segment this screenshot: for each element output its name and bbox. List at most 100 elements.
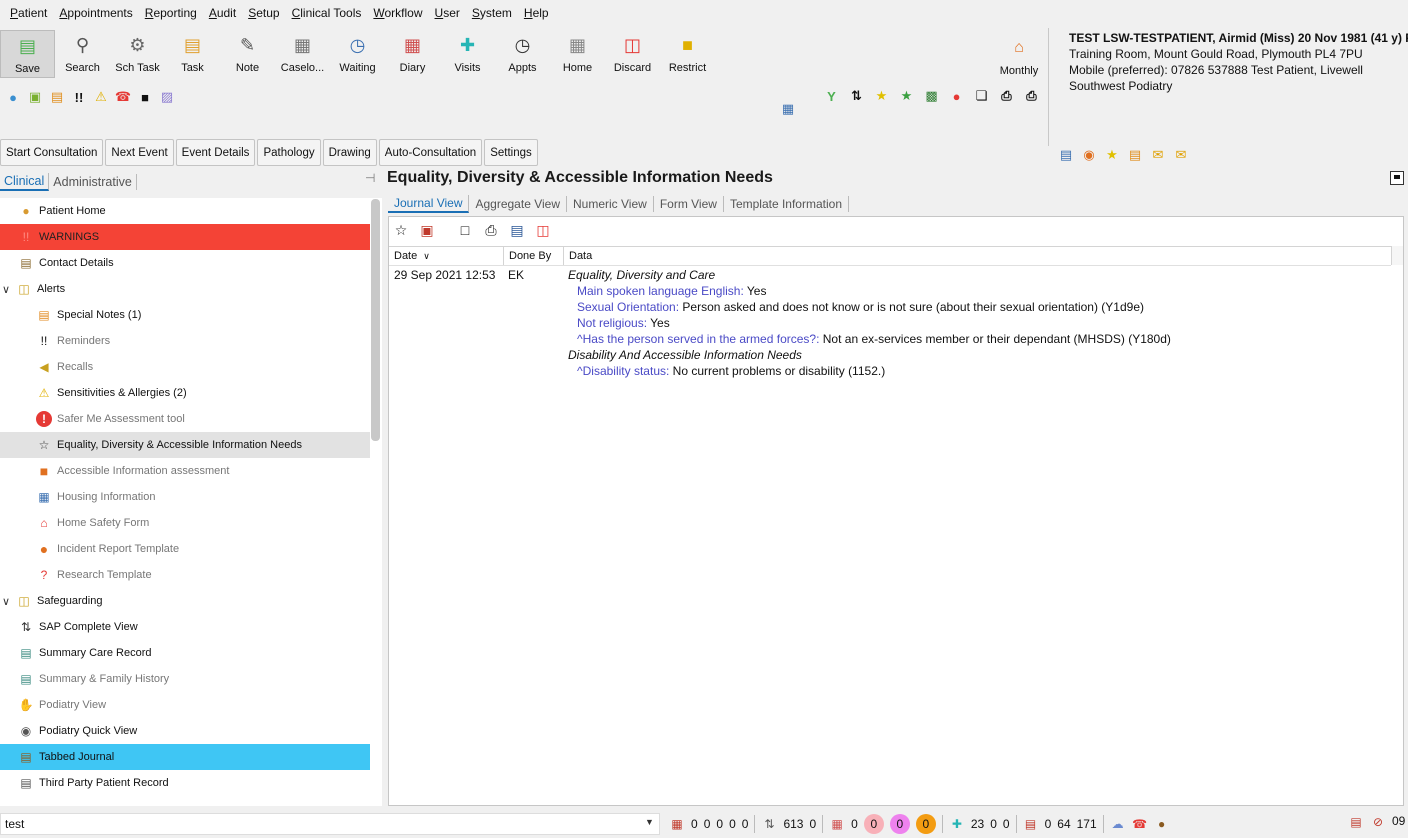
visits-icon[interactable]: ✚ — [949, 816, 965, 832]
copy-icon[interactable]: ❏ — [972, 87, 991, 105]
person-outline-icon[interactable]: ☆ — [392, 221, 410, 239]
filter-icon[interactable]: Y — [822, 87, 841, 105]
restrict-button[interactable]: ■ Restrict — [660, 30, 715, 78]
vials-icon[interactable]: ▦ — [669, 816, 685, 832]
task-button[interactable]: ▤ Task — [165, 30, 220, 78]
person-box-icon[interactable]: ▣ — [418, 221, 436, 239]
diary-icon[interactable]: ▦ — [829, 816, 845, 832]
nav-item-podiatry-view[interactable]: ✋ Podiatry View — [0, 692, 370, 718]
tab-form-view[interactable]: Form View — [654, 196, 724, 212]
column-done-by[interactable]: Done By — [504, 247, 564, 265]
nav-item-tabbed-journal[interactable]: ▤ Tabbed Journal — [0, 744, 370, 770]
nav-item-equality-diversity-accessible-information-needs[interactable]: ☆ Equality, Diversity & Accessible Inform… — [0, 432, 370, 458]
nav-item-patient-home[interactable]: ● Patient Home — [0, 198, 370, 224]
record-list-icon[interactable]: ▤ — [1057, 146, 1075, 164]
search-button[interactable]: ⚲ Search — [55, 30, 110, 78]
clinician-icon[interactable]: ● — [1154, 816, 1170, 832]
nav-item-home-safety-form[interactable]: ⌂ Home Safety Form — [0, 510, 370, 536]
nav-item-housing-information[interactable]: ▦ Housing Information — [0, 484, 370, 510]
event-details-button[interactable]: Event Details — [175, 139, 256, 166]
caselo-button[interactable]: ▦ Caselo... — [275, 30, 330, 78]
special-notes-icon[interactable]: ▤ — [48, 88, 66, 106]
special-notes-icon[interactable]: ▤ — [1126, 146, 1144, 164]
star-icon[interactable]: ★ — [872, 87, 891, 105]
referral-icon[interactable]: ⇅ — [761, 816, 777, 832]
chevron-down-icon[interactable]: ∨ — [2, 595, 16, 608]
nav-scrollbar-thumb[interactable] — [371, 199, 380, 441]
nav-item-warnings[interactable]: !! WARNINGS — [0, 224, 370, 250]
column-date[interactable]: Date ∨ — [389, 247, 504, 265]
chat-icon[interactable]: ▨ — [158, 88, 176, 106]
nav-item-sensitivities-allergies-2[interactable]: ⚠ Sensitivities & Allergies (2) — [0, 380, 370, 406]
nav-item-safer-me-assessment-tool[interactable]: ! Safer Me Assessment tool — [0, 406, 370, 432]
visits-button[interactable]: ✚ Visits — [440, 30, 495, 78]
auto-consultation-button[interactable]: Auto-Consultation — [378, 139, 483, 166]
star-icon[interactable]: ★ — [1103, 146, 1121, 164]
tab-journal-view[interactable]: Journal View — [388, 195, 470, 213]
users-icon[interactable]: ● — [4, 88, 22, 106]
sms-icon[interactable]: ✉ — [1149, 146, 1167, 164]
nav-item-recalls[interactable]: ◀ Recalls — [0, 354, 370, 380]
chart-icon[interactable]: ▩ — [922, 87, 941, 105]
reminder-icon[interactable]: !! — [70, 88, 88, 106]
appts-button[interactable]: ◷ Appts — [495, 30, 550, 78]
phone-off-icon[interactable]: ☎ — [1132, 816, 1148, 832]
nav-item-summary-family-history[interactable]: ▤ Summary & Family History — [0, 666, 370, 692]
waiting-button[interactable]: ◷ Waiting — [330, 30, 385, 78]
nav-item-sap-complete-view[interactable]: ⇅ SAP Complete View — [0, 614, 370, 640]
menu-system[interactable]: System — [466, 6, 518, 20]
command-input[interactable]: test — [0, 813, 660, 835]
tab-administrative[interactable]: Administrative — [49, 174, 137, 190]
menu-help[interactable]: Help — [518, 6, 555, 20]
print-icon[interactable]: ⎙ — [482, 221, 500, 239]
nav-item-research-template[interactable]: ? Research Template — [0, 562, 370, 588]
lock-icon[interactable]: ■ — [136, 88, 154, 106]
chevron-down-icon[interactable]: ▼ — [645, 817, 654, 827]
home-button[interactable]: ▦ Home — [550, 30, 605, 78]
next-event-button[interactable]: Next Event — [105, 139, 174, 166]
tab-aggregate-view[interactable]: Aggregate View — [469, 196, 567, 212]
menu-user[interactable]: User — [429, 6, 466, 20]
drawing-button[interactable]: Drawing — [322, 139, 377, 166]
settings-button[interactable]: Settings — [484, 139, 538, 166]
word-export-icon[interactable]: ▤ — [508, 221, 526, 239]
star-green-icon[interactable]: ★ — [897, 87, 916, 105]
discard-button[interactable]: ◫ Discard — [605, 30, 660, 78]
column-data[interactable]: Data — [564, 247, 1391, 265]
menu-setup[interactable]: Setup — [242, 6, 285, 20]
menu-reporting[interactable]: Reporting — [139, 6, 203, 20]
form-icon[interactable]: ▣ — [26, 88, 44, 106]
menu-patient[interactable]: Patient — [4, 6, 53, 20]
menu-workflow[interactable]: Workflow — [367, 6, 428, 20]
globe-icon[interactable]: ◉ — [1080, 146, 1098, 164]
blank-page-icon[interactable]: □ — [456, 221, 474, 239]
sap-icon[interactable]: ⇅ — [847, 87, 866, 105]
record-icon[interactable]: ● — [947, 87, 966, 105]
note-button[interactable]: ✎ Note — [220, 30, 275, 78]
nav-item-third-party-patient-record[interactable]: ▤ Third Party Patient Record — [0, 770, 370, 796]
start-consultation-button[interactable]: Start Consultation — [0, 139, 104, 166]
tab-numeric-view[interactable]: Numeric View — [567, 196, 654, 212]
menu-appointments[interactable]: Appointments — [53, 6, 138, 20]
clipboard-icon[interactable]: ▤ — [1348, 814, 1364, 830]
tab-clinical[interactable]: Clinical — [0, 173, 50, 191]
weather-icon[interactable]: ☁ — [1110, 816, 1126, 832]
nav-item-safeguarding[interactable]: ∨ ◫ Safeguarding — [0, 588, 370, 614]
nav-item-reminders[interactable]: !! Reminders — [0, 328, 370, 354]
no-signal-icon[interactable]: ⊘ — [1370, 814, 1386, 830]
sms-alt-icon[interactable]: ✉ — [1172, 146, 1190, 164]
telephone-icon[interactable]: ☎ — [114, 88, 132, 106]
allergy-icon[interactable]: ⚠ — [92, 88, 110, 106]
task-icon[interactable]: ▤ — [1023, 816, 1039, 832]
maximize-button[interactable] — [1390, 171, 1404, 185]
nav-item-podiatry-quick-view[interactable]: ◉ Podiatry Quick View — [0, 718, 370, 744]
delete-icon[interactable]: ◫ — [534, 221, 552, 239]
diary-button[interactable]: ▦ Diary — [385, 30, 440, 78]
tab-template-information[interactable]: Template Information — [724, 196, 849, 212]
pin-icon[interactable]: ⊣ — [365, 171, 375, 185]
save-button[interactable]: ▤ Save — [0, 30, 55, 78]
nav-item-contact-details[interactable]: ▤ Contact Details — [0, 250, 370, 276]
housing-icon[interactable]: ▦ — [779, 100, 797, 118]
chevron-down-icon[interactable]: ∨ — [2, 283, 16, 296]
nav-item-accessible-information-assessment[interactable]: ■ Accessible Information assessment — [0, 458, 370, 484]
